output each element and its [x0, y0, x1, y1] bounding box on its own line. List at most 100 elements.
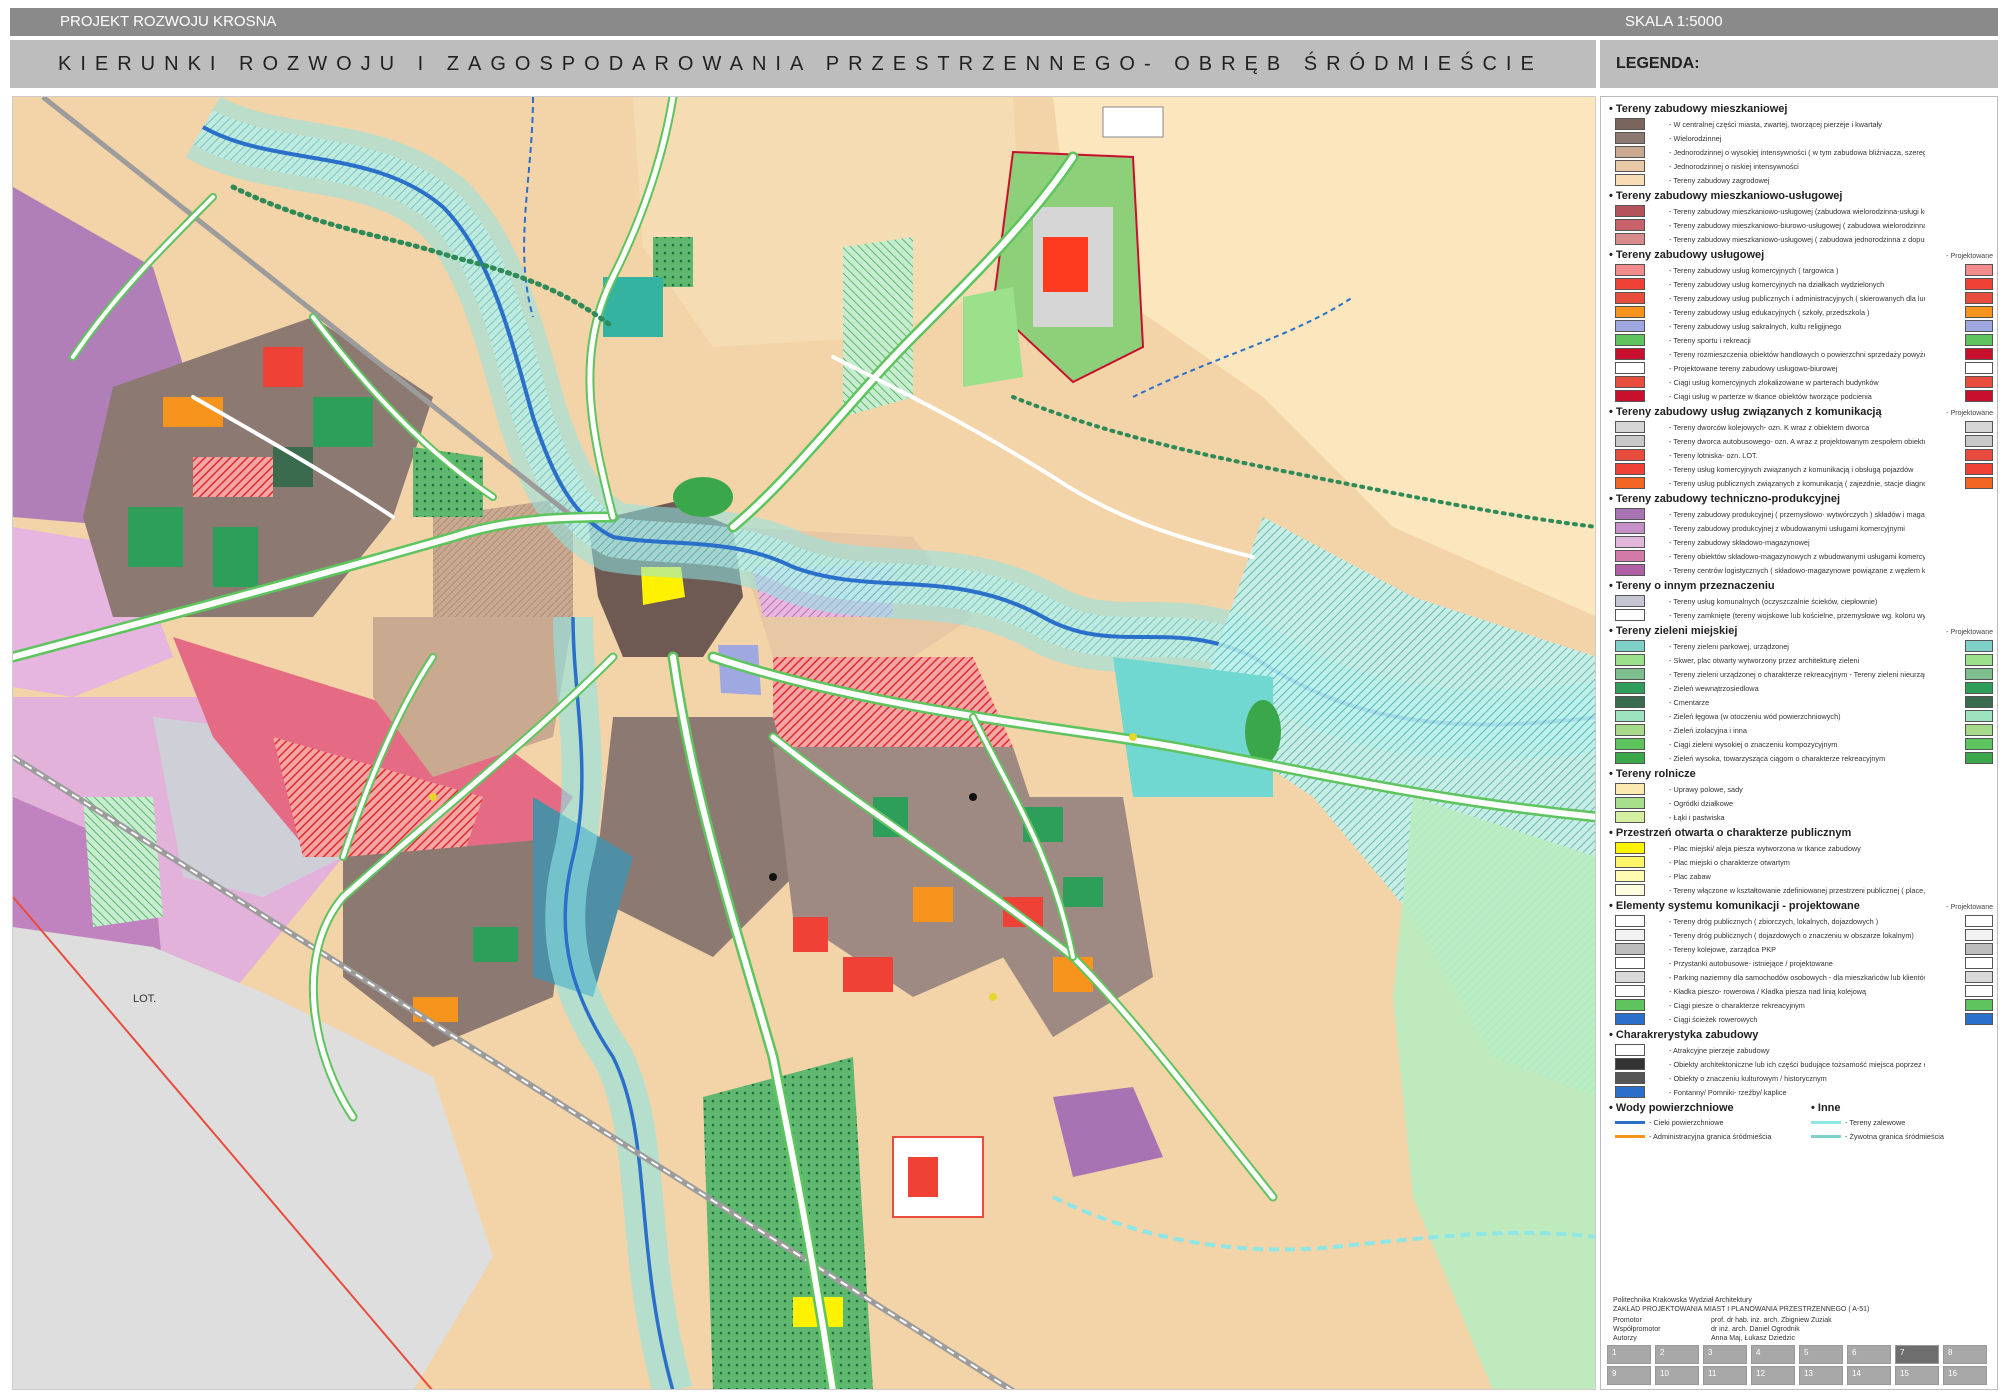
legend-item: - Tereny zieleni urządzonej o charakterz… — [1615, 668, 1995, 681]
legend-item: - Cmentarze — [1615, 696, 1995, 709]
legend-projected-label: - Projektowane — [1946, 253, 1993, 260]
legend-item: - Tereny dworców kolejowych- ozn. K wraz… — [1615, 421, 1995, 434]
legend-item-label: - Tereny zabudowy usług komercyjnych na … — [1669, 280, 1885, 289]
stadium-east — [1245, 700, 1281, 764]
legend-item: - Tereny zabudowy mieszkaniowo-biurowo-u… — [1615, 219, 1995, 232]
legend-swatch — [1615, 1044, 1645, 1056]
legend-item-label: - Zieleń wysoka, towarzysząca ciągom o c… — [1669, 754, 1886, 763]
legend-swatch — [1615, 522, 1645, 534]
legend-item-label: - Plac miejski/ aleja piesza wytworzona … — [1669, 844, 1861, 853]
mixed-nw — [193, 457, 273, 497]
legend-item: - W centralnej części miasta, zwartej, t… — [1615, 118, 1995, 131]
legend-item: - Tereny rozmieszczenia obiektów handlow… — [1615, 348, 1995, 361]
legend-line-label: - Cieki powierzchniowe — [1649, 1118, 1724, 1127]
legend-item: - Tereny lotniska- ozn. LOT. — [1615, 449, 1995, 462]
legend-item-label: - Zieleń wewnątrzosiedlowa — [1669, 684, 1759, 693]
legend-header: LEGENDA: — [1600, 40, 1998, 88]
legend-item-label: - Tereny lotniska- ozn. LOT. — [1669, 451, 1758, 460]
legend-projected-swatch — [1965, 292, 1993, 304]
legend-swatch — [1615, 915, 1645, 927]
legend-swatch — [1615, 640, 1645, 652]
legend-projected-swatch — [1965, 334, 1993, 346]
legend-item-label: - Tereny sportu i rekreacji — [1669, 336, 1751, 345]
legend-swatch — [1615, 783, 1645, 795]
legend-swatch — [1615, 870, 1645, 882]
legend-projected-swatch — [1965, 710, 1993, 722]
legend-line-swatch — [1615, 1121, 1645, 1124]
scale-label: SKALA 1:5000 — [1625, 13, 1723, 30]
monument-marker-1 — [969, 793, 977, 801]
hall-ne — [1043, 237, 1088, 292]
green-nw1 — [128, 507, 183, 567]
legend-item-label: - Tereny zieleni urządzonej o charakterz… — [1669, 670, 1925, 679]
legend-item: - Wielorodzinnej — [1615, 132, 1995, 145]
legend-swatch — [1615, 1072, 1645, 1084]
author-name: Anna Maj, Łukasz Dziedzic — [1711, 1335, 1796, 1342]
legend-section-title: • Tereny o innym przeznaczeniu — [1609, 580, 1775, 592]
legend-item: - Ogródki działkowe — [1615, 797, 1995, 810]
legend-item: - Plac miejski/ aleja piesza wytworzona … — [1615, 842, 1995, 855]
legend-swatch — [1615, 508, 1645, 520]
legend-item: - Tereny zabudowy usług edukacyjnych ( s… — [1615, 306, 1995, 319]
legend-swatch — [1615, 696, 1645, 708]
legend-item-label: - Zieleń izolacyjna i inna — [1669, 726, 1747, 735]
legend-swatch — [1615, 536, 1645, 548]
legend-item-label: - Jednorodzinnej o niskiej intensywności — [1669, 162, 1799, 171]
legend-item-label: - Cmentarze — [1669, 698, 1710, 707]
legend-item-label: - Tereny rozmieszczenia obiektów handlow… — [1669, 350, 1925, 359]
legend-line-item: - Żywotna granica śródmieścia — [1811, 1130, 1996, 1143]
legend-item: - Przystanki autobusowe- istniejące / pr… — [1615, 957, 1995, 970]
legend-item: - Zieleń izolacyjna i inna — [1615, 724, 1995, 737]
legend-item-label: - Tereny dworców kolejowych- ozn. K wraz… — [1669, 423, 1870, 432]
legend-item-label: - Plac zabaw — [1669, 872, 1711, 881]
legend-item: - Tereny zabudowy produkcyjnej z wbudowa… — [1615, 522, 1995, 535]
legend-item-label: - Kładka pieszo- rowerowa / Kładka piesz… — [1669, 987, 1867, 996]
legend-swatch — [1615, 233, 1645, 245]
legend-projected-swatch — [1965, 957, 1993, 969]
legend-item: - Skwer, plac otwarty wytworzony przez a… — [1615, 654, 1995, 667]
legend-projected-swatch — [1965, 654, 1993, 666]
legend-item-label: - Zieleń łęgowa (w otoczeniu wód powierz… — [1669, 712, 1841, 721]
legend-item-label: - Fontanny/ Pomniki- rzeźby/ kaplice — [1669, 1088, 1787, 1097]
legend-swatch — [1615, 146, 1645, 158]
legend-item-label: - Tereny zabudowy mieszkaniowo-biurowo-u… — [1669, 221, 1925, 230]
sheet-index-cell: 8 — [1943, 1345, 1987, 1364]
legend-projected-swatch — [1965, 320, 1993, 332]
author-role: Współpromotor — [1613, 1326, 1661, 1333]
legend-item: - Atrakcyjne pierzeje zabudowy — [1615, 1044, 1995, 1057]
legend-item: - Obiekty o znaczeniu kulturowym / histo… — [1615, 1072, 1995, 1085]
land-use-map[interactable]: LOT. — [12, 96, 1596, 1390]
legend-line-item: - Administracyjna granica śródmieścia — [1615, 1130, 1800, 1143]
legend-swatch — [1615, 449, 1645, 461]
legend-swatch — [1615, 320, 1645, 332]
legend-projected-swatch — [1965, 696, 1993, 708]
legend-item-label: - W centralnej części miasta, zwartej, t… — [1669, 120, 1882, 129]
bus-stop-2 — [429, 793, 437, 801]
green-se2 — [1063, 877, 1103, 907]
legend-item-label: - Tereny obiektów składowo-magazynowych … — [1669, 552, 1925, 561]
legend-projected-swatch — [1965, 640, 1993, 652]
legend-item: - Tereny zabudowy usług komercyjnych na … — [1615, 278, 1995, 291]
sheet-index-cell: 2 — [1655, 1345, 1699, 1364]
legend-item: - Tereny obiektów składowo-magazynowych … — [1615, 550, 1995, 563]
legend-projected-swatch — [1965, 682, 1993, 694]
legend-swatch — [1615, 564, 1645, 576]
legend-swatch — [1615, 264, 1645, 276]
legend-section-title: • Elementy systemu komunikacji - projekt… — [1609, 900, 1860, 912]
legend-projected-swatch — [1965, 943, 1993, 955]
legend-swatch — [1615, 943, 1645, 955]
legend-item: - Ciągi usług komercyjnych zlokalizowane… — [1615, 376, 1995, 389]
legend-projected-swatch — [1965, 463, 1993, 475]
legend-projected-swatch — [1965, 668, 1993, 680]
legend-item-label: - Tereny usług komunalnych (oczyszczalni… — [1669, 597, 1878, 606]
legend-projected-swatch — [1965, 306, 1993, 318]
legend-item: - Tereny usług komunalnych (oczyszczalni… — [1615, 595, 1995, 608]
legend-item-label: - Obiekty o znaczeniu kulturowym / histo… — [1669, 1074, 1827, 1083]
legend-item: - Ciągi ścieżek rowerowych — [1615, 1013, 1995, 1026]
legend-item-label: - Tereny zabudowy produkcyjnej z wbudowa… — [1669, 524, 1905, 533]
legend-swatch — [1615, 132, 1645, 144]
legend-line-label: - Administracyjna granica śródmieścia — [1649, 1132, 1772, 1141]
legend-swatch — [1615, 362, 1645, 374]
legend-swatch — [1615, 205, 1645, 217]
legend-line-swatch — [1811, 1135, 1841, 1138]
